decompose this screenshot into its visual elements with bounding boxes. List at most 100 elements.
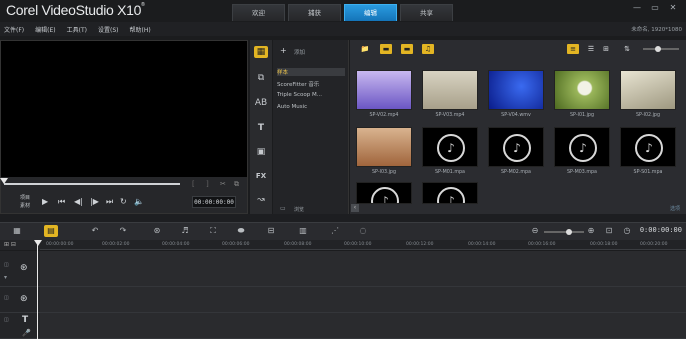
time-remap-icon[interactable]: ⋰ (328, 225, 342, 237)
scrubber-handle[interactable] (0, 178, 8, 184)
folder-item-auto-music[interactable]: Auto Music (277, 104, 345, 110)
sort-icon[interactable]: ⇅ (621, 44, 633, 54)
undo-icon[interactable]: ↶ (88, 225, 102, 237)
end-icon[interactable]: ⏭ (106, 197, 113, 207)
folder-item-scorefitter[interactable]: ScoreFitter 音乐 (277, 80, 345, 88)
mask-icon[interactable]: ◌ (356, 225, 370, 237)
thumb-sp-m01[interactable]: ♪ (422, 127, 478, 167)
preview-window[interactable] (1, 41, 247, 177)
multicam-icon[interactable]: ⬬ (234, 225, 248, 237)
thumbnail-size-slider[interactable] (643, 48, 679, 50)
next-frame-icon[interactable]: |▶ (90, 197, 99, 206)
list-view-icon[interactable]: ≡ (567, 44, 579, 54)
folder-item-triple-scoop[interactable]: Triple Scoop M... (277, 92, 345, 98)
expand-icon[interactable]: ⧉ (234, 180, 239, 189)
thumb-sp-v04[interactable] (488, 70, 544, 110)
thumb-sp-v02[interactable] (356, 70, 412, 110)
track-lock-icon[interactable]: ◫ (4, 295, 9, 301)
audio-mixer-icon[interactable]: ♬ (178, 225, 192, 237)
overlay-track[interactable] (40, 287, 686, 313)
clock-icon[interactable]: ◷ (620, 225, 634, 237)
play-icon[interactable]: ▶ (42, 197, 48, 206)
zoom-out-icon[interactable]: ⊖ (528, 225, 542, 237)
motion-track-icon[interactable]: ⛶ (206, 225, 220, 237)
thumb-sp-i02[interactable] (620, 70, 676, 110)
clip-mode-label[interactable]: 素材 (20, 202, 30, 209)
thumb-audio-partial[interactable]: ♪ (356, 182, 412, 204)
import-folder-icon[interactable]: 📁 (360, 44, 370, 54)
add-icon[interactable]: + (280, 46, 287, 55)
minimize-icon[interactable]: — (630, 3, 644, 12)
show-video-icon[interactable]: ▬ (380, 44, 392, 54)
thumb-audio-partial[interactable]: ♪ (422, 182, 478, 204)
title-icon[interactable]: T (254, 122, 268, 134)
thumb-sp-m02[interactable]: ♪ (488, 127, 544, 167)
prev-frame-icon[interactable]: ◀| (74, 197, 83, 206)
timeline-playhead[interactable] (37, 240, 38, 339)
transition-icon[interactable]: AB (254, 97, 268, 109)
menu-file[interactable]: 文件(F) (4, 25, 24, 34)
close-icon[interactable]: ✕ (666, 3, 680, 12)
video-track[interactable] (40, 251, 686, 287)
menu-help[interactable]: 帮助(H) (129, 25, 150, 34)
thumb-sp-i03[interactable] (356, 127, 412, 167)
volume-icon[interactable]: 🔈 (134, 197, 144, 206)
path-icon[interactable]: ↝ (254, 194, 268, 206)
thumb-label: SP-I03.jpg (371, 170, 397, 175)
zoom-in-icon[interactable]: ⊕ (584, 225, 598, 237)
zoom-slider[interactable] (544, 231, 584, 233)
menu-settings[interactable]: 设置(S) (98, 25, 119, 34)
show-audio-icon[interactable]: ♫ (422, 44, 434, 54)
graphic-icon[interactable]: ▣ (254, 146, 268, 158)
fit-project-icon[interactable]: ⊡ (602, 225, 616, 237)
scrubber-bar[interactable] (4, 183, 180, 185)
mark-out-icon[interactable]: ] (206, 180, 209, 188)
track-lock-icon[interactable]: ◫ (4, 317, 9, 323)
split-icon[interactable]: ✂ (220, 180, 226, 188)
scroll-left-icon[interactable]: ‹ (351, 204, 359, 212)
record-icon[interactable]: ⊛ (150, 225, 164, 237)
track-lock-icon[interactable]: ◫ (4, 262, 9, 268)
track-dropdown-icon[interactable]: ▾ (4, 274, 7, 281)
chapter-icon[interactable]: ▥ (296, 225, 310, 237)
project-mode-label[interactable]: 项目 (20, 194, 30, 201)
title-track[interactable] (40, 313, 686, 339)
project-info: 未命名, 1920*1080 (631, 27, 682, 33)
add-folder-label[interactable]: 添加 (294, 48, 305, 56)
storyboard-view-icon[interactable]: ▦ (10, 225, 24, 237)
browse-icon[interactable]: ▭ (280, 205, 286, 212)
timeline-timecode[interactable]: 0:00:00:00 (640, 226, 682, 234)
filter-icon[interactable]: FX (254, 170, 268, 182)
menu-edit[interactable]: 编辑(E) (35, 25, 55, 34)
folder-item-samples[interactable]: 样本 (277, 68, 345, 76)
tab-welcome[interactable]: 欢迎 (232, 4, 285, 21)
tab-capture[interactable]: 捕获 (288, 4, 341, 21)
menu-tools[interactable]: 工具(T) (67, 25, 87, 34)
maximize-icon[interactable]: ▭ (648, 3, 662, 12)
thumbnail-view-icon[interactable]: ⊞ (600, 44, 612, 54)
thumb-sp-m03[interactable]: ♪ (554, 127, 610, 167)
panel-divider[interactable] (0, 214, 686, 222)
playhead-handle[interactable] (34, 240, 42, 246)
detail-view-icon[interactable]: ☰ (585, 44, 597, 54)
tab-share[interactable]: 共享 (400, 4, 453, 21)
repeat-icon[interactable]: ↻ (120, 197, 127, 206)
show-photo-icon[interactable]: ▬ (401, 44, 413, 54)
player-timecode[interactable]: 00:00:00:00 (192, 196, 236, 208)
instant-project-icon[interactable]: ⧉ (254, 72, 268, 84)
tab-edit[interactable]: 编辑 (344, 4, 397, 21)
media-icon[interactable]: ▦ (254, 46, 268, 58)
browse-label[interactable]: 浏览 (294, 206, 304, 213)
options-button[interactable]: 选项 (670, 205, 680, 212)
thumb-sp-v03[interactable] (422, 70, 478, 110)
thumb-sp-i01[interactable] (554, 70, 610, 110)
redo-icon[interactable]: ↷ (116, 225, 130, 237)
zoom-slider-handle[interactable] (566, 229, 572, 235)
subtitle-icon[interactable]: ⊟ (264, 225, 278, 237)
thumb-sp-s01[interactable]: ♪ (620, 127, 676, 167)
thumbnail-size-handle[interactable] (655, 46, 661, 52)
start-icon[interactable]: ⏮ (58, 197, 65, 207)
mark-in-icon[interactable]: [ (192, 180, 195, 188)
timeline-view-icon[interactable]: ▤ (44, 225, 58, 237)
thumb-label: SP-V04.wmv (501, 113, 531, 118)
